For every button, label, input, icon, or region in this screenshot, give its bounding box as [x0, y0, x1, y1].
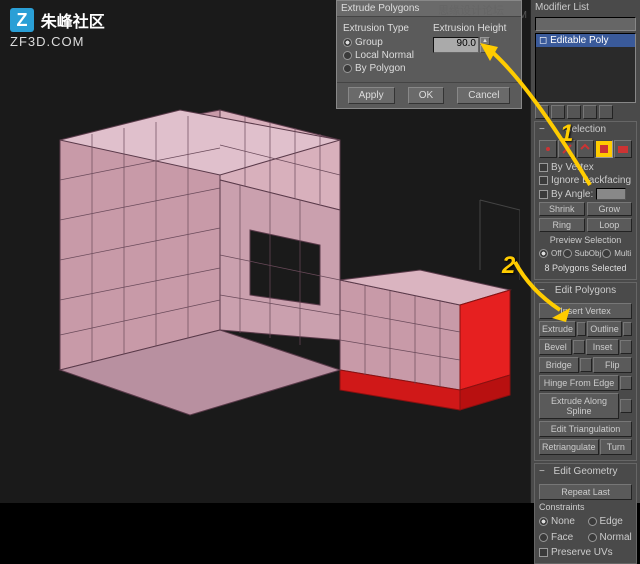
so-vertex-button[interactable]	[539, 140, 557, 158]
radio-group[interactable]: Group	[343, 37, 425, 48]
extrude-settings-button[interactable]	[577, 322, 586, 336]
cancel-button[interactable]: Cancel	[457, 87, 510, 104]
extrude-spline-button[interactable]: Extrude Along Spline	[539, 393, 619, 419]
hinge-settings-button[interactable]	[620, 376, 632, 390]
stack-toolbar	[535, 105, 636, 119]
annotation-1: 1	[560, 120, 573, 148]
logo-icon: Z	[10, 8, 34, 32]
so-element-button[interactable]	[614, 140, 632, 158]
make-unique-icon[interactable]	[567, 105, 581, 119]
extrusion-type-label: Extrusion Type	[343, 23, 425, 34]
remove-mod-icon[interactable]	[583, 105, 597, 119]
outline-settings-button[interactable]	[623, 322, 632, 336]
show-result-icon[interactable]	[551, 105, 565, 119]
height-input[interactable]: 90.0	[433, 37, 479, 53]
checkbox-icon	[539, 548, 548, 557]
radio-icon	[588, 533, 597, 542]
preview-off[interactable]: Off	[539, 249, 562, 258]
turn-button[interactable]: Turn	[600, 439, 632, 455]
modifier-stack[interactable]: ◻ Editable Poly	[535, 33, 636, 103]
radio-icon	[539, 517, 548, 526]
bevel-button[interactable]: Bevel	[539, 339, 572, 355]
ok-button[interactable]: OK	[408, 87, 444, 104]
selection-status: 8 Polygons Selected	[539, 263, 632, 273]
height-spinner[interactable]: 90.0 ▲▼	[433, 37, 515, 53]
modifier-list-label: Modifier List	[531, 0, 640, 15]
so-border-button[interactable]	[577, 140, 595, 158]
bridge-button[interactable]: Bridge	[539, 357, 579, 373]
constraint-edge[interactable]: Edge	[588, 516, 633, 527]
model-render	[40, 80, 520, 480]
modifier-dropdown[interactable]	[535, 17, 636, 31]
spline-settings-button[interactable]	[620, 399, 632, 413]
checkbox-icon	[539, 176, 548, 185]
loop-button[interactable]: Loop	[587, 218, 633, 232]
spinner-down-icon[interactable]: ▼	[480, 45, 490, 53]
radio-label: Local Normal	[355, 50, 414, 61]
radio-by-polygon[interactable]: By Polygon	[343, 63, 425, 74]
inset-button[interactable]: Inset	[586, 339, 619, 355]
grow-button[interactable]: Grow	[587, 202, 633, 216]
so-polygon-button[interactable]	[595, 140, 613, 158]
by-vertex-check[interactable]: By Vertex	[539, 162, 632, 173]
radio-icon	[539, 533, 548, 542]
radio-icon	[539, 249, 548, 258]
radio-icon	[343, 51, 352, 60]
rollout-title[interactable]: Selection	[535, 122, 636, 137]
constraint-face[interactable]: Face	[539, 532, 584, 543]
bevel-settings-button[interactable]	[573, 340, 585, 354]
constraint-none[interactable]: None	[539, 516, 584, 527]
stack-item-editable-poly[interactable]: ◻ Editable Poly	[536, 34, 635, 47]
edit-geometry-rollout: Edit Geometry Repeat Last Constraints No…	[534, 463, 637, 564]
insert-vertex-button[interactable]: Insert Vertex	[539, 303, 632, 319]
selection-rollout: Selection By Vertex Ignore Backfacing By…	[534, 121, 637, 280]
constraints-label: Constraints	[539, 502, 632, 512]
checkbox-icon	[539, 163, 548, 172]
shrink-button[interactable]: Shrink	[539, 202, 585, 216]
preview-subobj[interactable]: SubObj	[563, 249, 602, 258]
extrude-button[interactable]: Extrude	[539, 321, 576, 337]
radio-icon	[563, 249, 572, 258]
by-angle-check[interactable]: By Angle:	[539, 188, 632, 200]
radio-icon	[588, 517, 597, 526]
radio-local-normal[interactable]: Local Normal	[343, 50, 425, 61]
preview-label: Preview Selection	[539, 235, 632, 245]
radio-label: Group	[355, 37, 383, 48]
watermark-top: 思缘设计论坛	[438, 2, 504, 18]
edit-polygons-rollout: Edit Polygons Insert Vertex Extrude Outli…	[534, 282, 637, 461]
radio-icon	[343, 38, 352, 47]
outline-button[interactable]: Outline	[587, 321, 622, 337]
checkbox-icon	[539, 190, 548, 199]
radio-label: By Polygon	[355, 63, 406, 74]
bridge-settings-button[interactable]	[580, 358, 592, 372]
apply-button[interactable]: Apply	[348, 87, 395, 104]
watermark-text: 朱峰社区	[41, 8, 105, 32]
edit-tri-button[interactable]: Edit Triangulation	[539, 421, 632, 437]
watermark-logo: Z 朱峰社区 ZF3D.COM	[10, 8, 105, 49]
constraint-normal[interactable]: Normal	[588, 532, 633, 543]
ring-button[interactable]: Ring	[539, 218, 585, 232]
hinge-button[interactable]: Hinge From Edge	[539, 375, 619, 391]
configure-icon[interactable]	[599, 105, 613, 119]
retriangulate-button[interactable]: Retriangulate	[539, 439, 599, 455]
pin-stack-icon[interactable]	[535, 105, 549, 119]
annotation-2: 2	[502, 252, 515, 280]
flip-button[interactable]: Flip	[593, 357, 633, 373]
repeat-last-button[interactable]: Repeat Last	[539, 484, 632, 500]
preserve-uvs-check[interactable]: Preserve UVs	[539, 547, 632, 558]
preview-multi[interactable]: Multi	[602, 249, 631, 258]
radio-icon	[602, 249, 611, 258]
inset-settings-button[interactable]	[620, 340, 632, 354]
command-panel: Modifier List ◻ Editable Poly Selection …	[530, 0, 640, 503]
extrusion-height-label: Extrusion Height	[433, 23, 515, 34]
rollout-title[interactable]: Edit Geometry	[535, 464, 636, 479]
angle-input[interactable]	[596, 188, 626, 200]
radio-icon	[343, 64, 352, 73]
spinner-up-icon[interactable]: ▲	[480, 37, 490, 45]
subobject-row	[539, 140, 632, 158]
rollout-title[interactable]: Edit Polygons	[535, 283, 636, 298]
watermark-url: ZF3D.COM	[10, 34, 105, 49]
ignore-backfacing-check[interactable]: Ignore Backfacing	[539, 175, 632, 186]
